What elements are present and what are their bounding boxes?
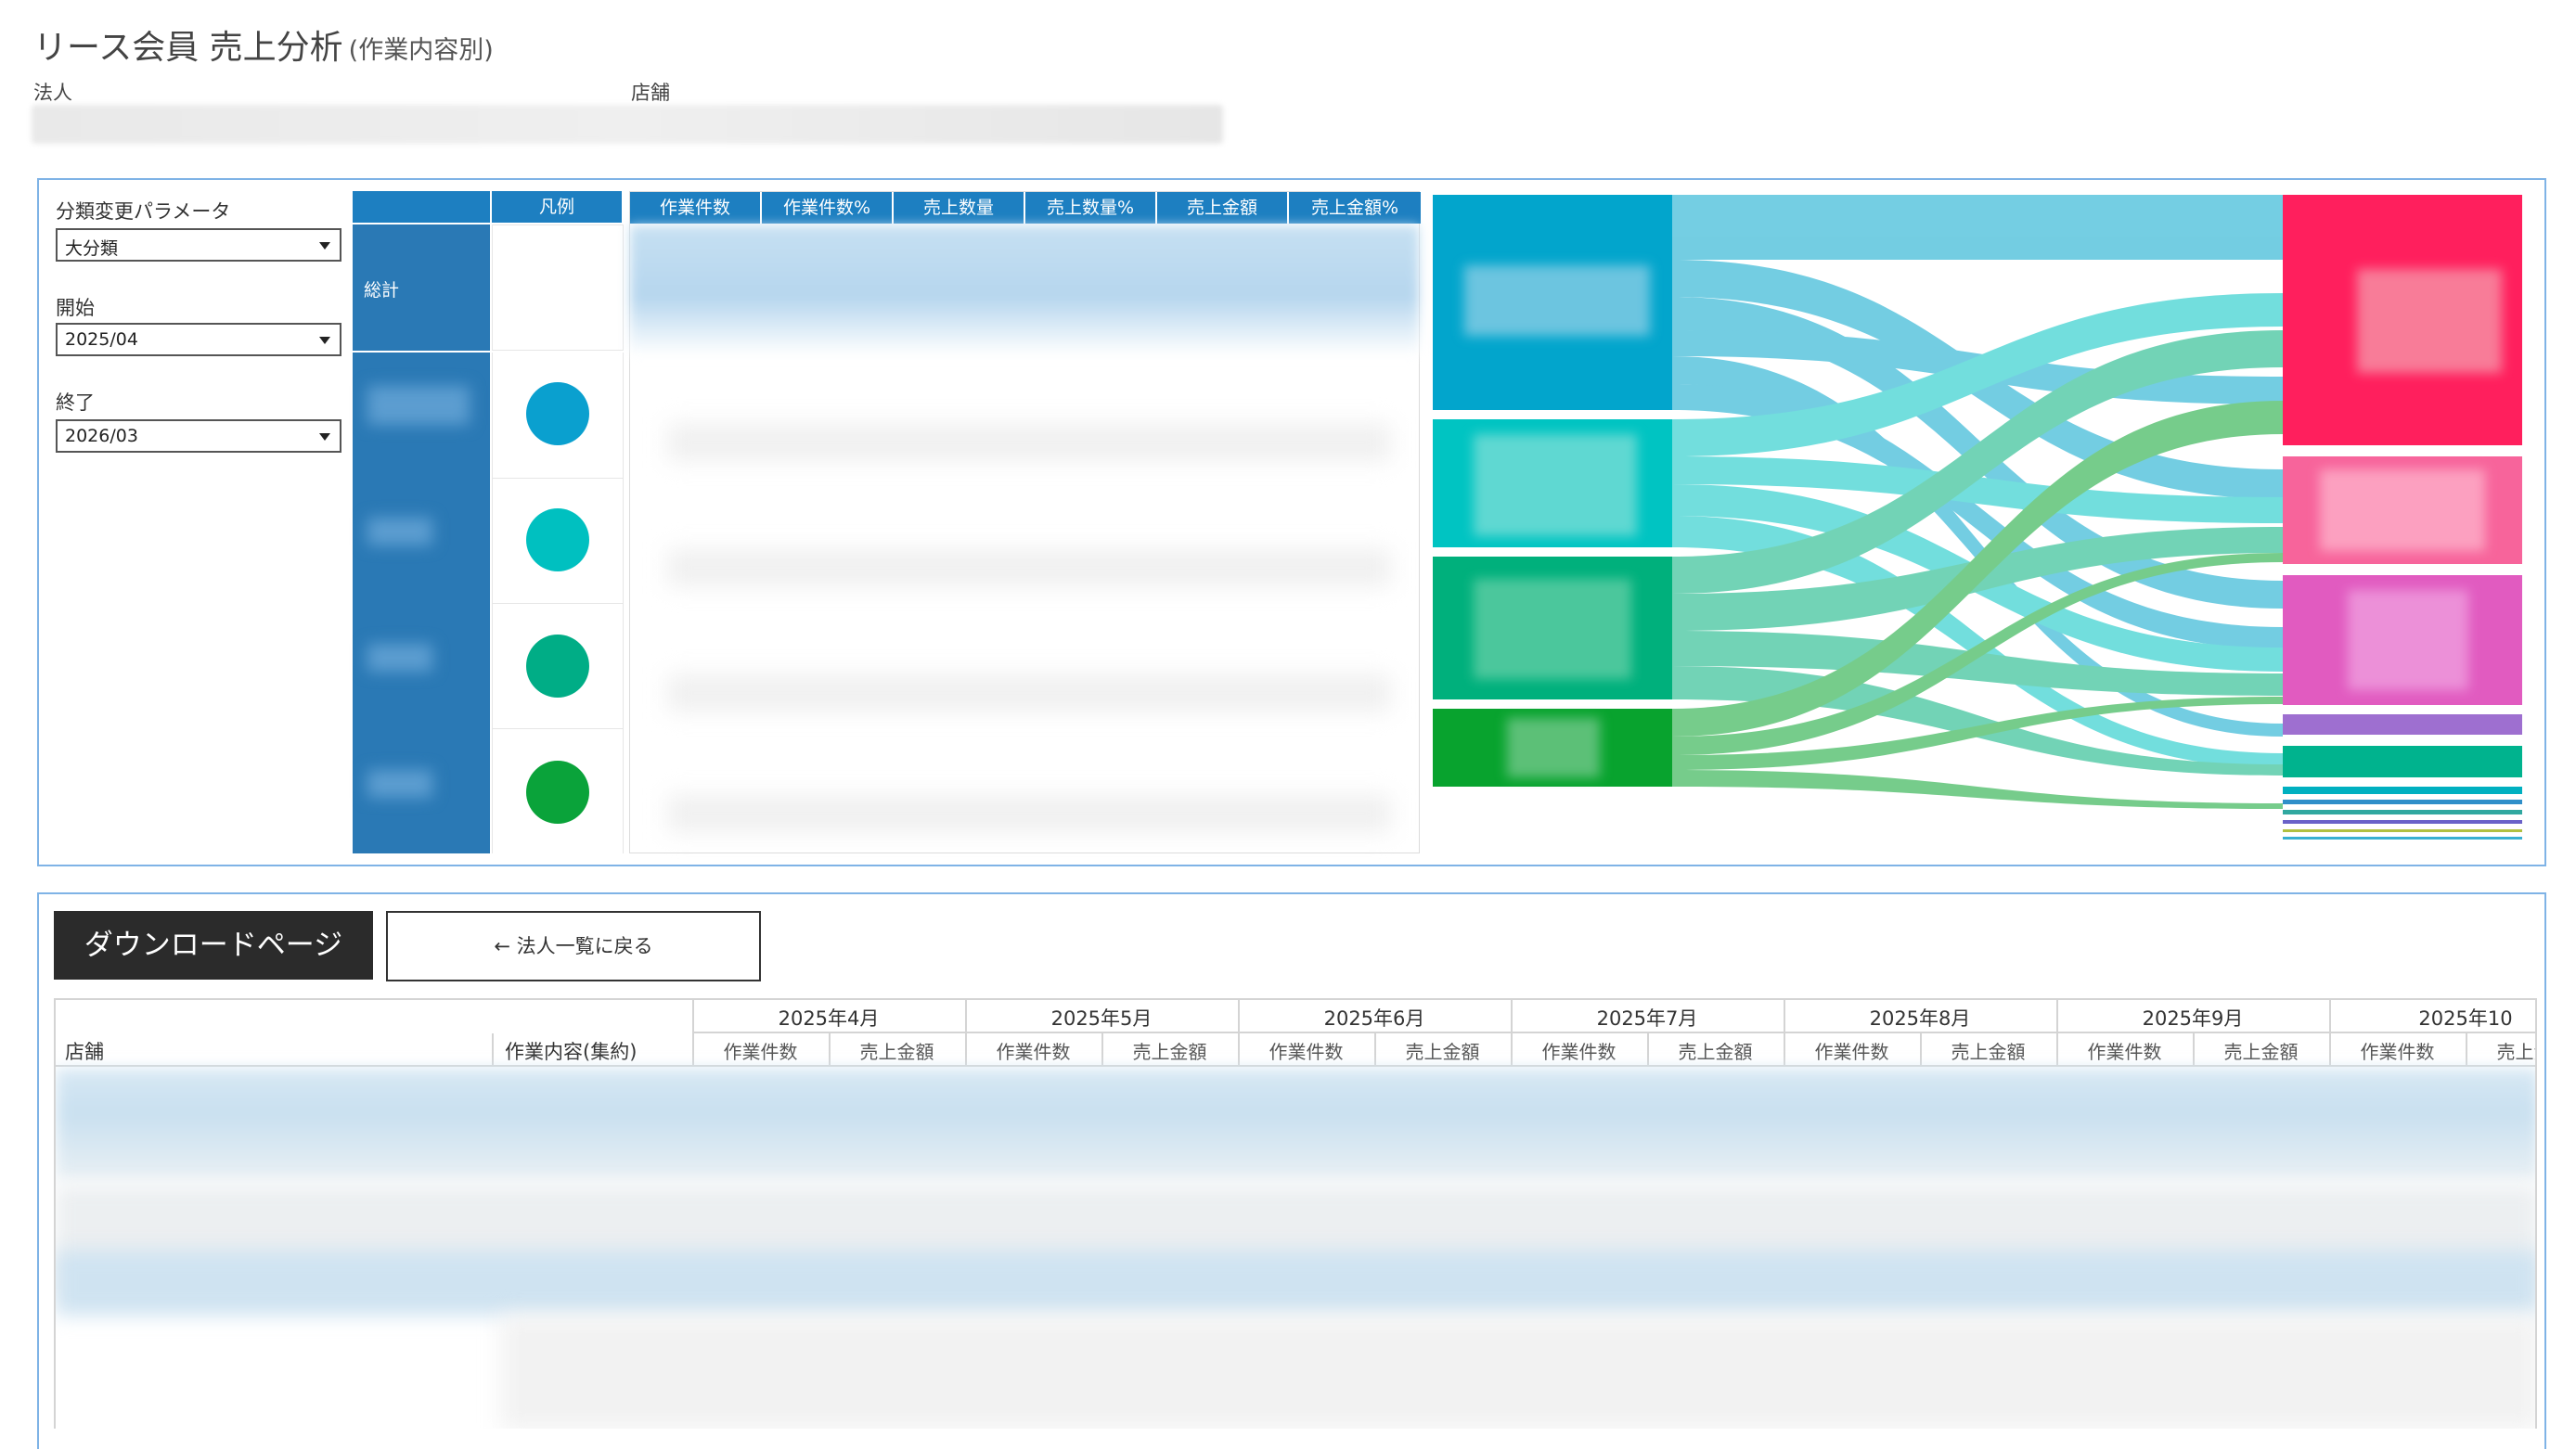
subheader-count: 作業件数: [1814, 1041, 1889, 1063]
start-dropdown[interactable]: 2025/04: [56, 323, 341, 356]
month-header: 2025年9月: [2142, 1007, 2244, 1030]
sankey-flows: [1672, 195, 2283, 809]
chevron-down-icon: [319, 242, 330, 250]
param-label: 分類変更パラメータ: [56, 200, 231, 223]
sankey-right-label-redacted: [2348, 590, 2468, 690]
subheader-amount: 売上金額: [2496, 1041, 2536, 1063]
sankey-left-label-redacted: [1464, 265, 1650, 336]
sankey-right-node-10: [2283, 829, 2522, 832]
subheader-count: 作業件数: [2087, 1041, 2162, 1063]
metrics-row-redacted: [667, 795, 1391, 832]
sankey-right-node-7: [2283, 800, 2522, 804]
param-dropdown[interactable]: 大分類: [56, 228, 341, 262]
sankey-left-label-redacted: [1474, 434, 1637, 536]
sankey-flow: [1672, 770, 2283, 809]
page-title-text: リース会員 売上分析: [33, 29, 343, 67]
subheader-amount: 売上金額: [1405, 1041, 1480, 1063]
legend-circle-1: [526, 382, 589, 445]
end-dropdown[interactable]: 2026/03: [56, 419, 341, 453]
subheader-count: 作業件数: [1541, 1041, 1616, 1063]
sankey-left-label-redacted: [1474, 579, 1631, 679]
metrics-row-redacted: [667, 549, 1391, 586]
legend-circle-2: [526, 508, 589, 571]
legend-table-corner: [353, 191, 490, 223]
metrics-col-header: 作業件数: [630, 192, 762, 224]
param-dropdown-value: 大分類: [65, 238, 119, 259]
metrics-row-redacted: [667, 674, 1391, 712]
metrics-col-header: 売上数量%: [1025, 192, 1157, 224]
metrics-row-redacted: [667, 424, 1391, 461]
chevron-down-icon: [319, 337, 330, 344]
corp-filter-label: 法人: [33, 82, 72, 104]
sankey-diagram: [1433, 195, 2522, 840]
sankey-right-node-5: [2283, 746, 2522, 777]
metrics-total-row-redacted: [630, 225, 1419, 355]
subheader-amount: 売上金額: [1951, 1041, 2026, 1063]
metrics-header-row: 作業件数 作業件数% 売上数量 売上数量% 売上金額 売上金額%: [630, 192, 1421, 224]
col-header-work: 作業内容(集約): [505, 1041, 638, 1063]
sankey-flow: [1672, 195, 2283, 260]
start-label: 開始: [56, 297, 95, 319]
sankey-right-node-6: [2283, 787, 2522, 794]
month-header: 2025年10: [2418, 1007, 2513, 1030]
download-page-button[interactable]: ダウンロードページ: [54, 911, 373, 980]
subheader-count: 作業件数: [2360, 1041, 2435, 1063]
legend-circle-4: [526, 761, 589, 824]
month-header: 2025年6月: [1323, 1007, 1425, 1030]
legend-header: 凡例: [492, 191, 622, 223]
start-dropdown-value: 2025/04: [65, 329, 138, 350]
month-header: 2025年7月: [1596, 1007, 1698, 1030]
col-header-store: 店舗: [65, 1041, 104, 1063]
detail-rows-redacted: [501, 1315, 2535, 1429]
sankey-right-label-redacted: [2320, 469, 2485, 551]
detail-table: 店舗 作業内容(集約) 2025年4月作業件数 売上金額 2025年5月作業件数 売上…: [54, 998, 2537, 1429]
end-label: 終了: [56, 391, 95, 414]
metrics-col-header: 売上金額%: [1289, 192, 1421, 224]
metrics-col-header: 作業件数%: [762, 192, 894, 224]
back-to-corp-list-button[interactable]: ← 法人一覧に戻る: [386, 911, 761, 981]
category-label-redacted: [367, 770, 432, 798]
total-row-label: 総計: [353, 224, 490, 351]
metrics-table: 作業件数 作業件数% 売上数量 売上数量% 売上金額 売上金額%: [629, 191, 1421, 853]
end-dropdown-value: 2026/03: [65, 426, 138, 446]
chevron-down-icon: [319, 433, 330, 441]
sankey-left-label-redacted: [1507, 718, 1600, 777]
metrics-col-header: 売上金額: [1157, 192, 1289, 224]
filter-values-redacted: [32, 105, 1223, 144]
category-label-redacted: [367, 518, 432, 545]
subheader-count: 作業件数: [1269, 1041, 1344, 1063]
sankey-right-node-4: [2283, 714, 2522, 735]
detail-rows-redacted: [56, 1250, 2535, 1315]
month-header: 2025年8月: [1869, 1007, 1971, 1030]
legend-circle-column: [492, 353, 624, 853]
total-legend-cell: [492, 224, 624, 351]
category-label-column: [353, 353, 490, 853]
subheader-amount: 売上金額: [1678, 1041, 1753, 1063]
subheader-amount: 売上金額: [2223, 1041, 2299, 1063]
subheader-amount: 売上金額: [1132, 1041, 1207, 1063]
legend-circle-3: [526, 635, 589, 698]
page-title: リース会員 売上分析 (作業内容別): [33, 20, 494, 69]
month-header: 2025年5月: [1050, 1007, 1153, 1030]
subheader-count: 作業件数: [996, 1041, 1071, 1063]
category-label-redacted: [367, 644, 432, 672]
sankey-right-node-9: [2283, 820, 2522, 824]
sankey-right-label-redacted: [2357, 269, 2502, 373]
month-header: 2025年4月: [778, 1007, 880, 1030]
subheader-amount: 売上金額: [859, 1041, 934, 1063]
sankey-right-node-11: [2283, 837, 2522, 840]
sankey-right-node-8: [2283, 810, 2522, 814]
store-filter-label: 店舗: [631, 82, 670, 104]
category-label-redacted: [367, 386, 470, 425]
detail-rows-redacted: [56, 1069, 2535, 1180]
metrics-col-header: 売上数量: [894, 192, 1025, 224]
subheader-count: 作業件数: [723, 1041, 798, 1063]
page-subtitle: (作業内容別): [348, 36, 494, 65]
